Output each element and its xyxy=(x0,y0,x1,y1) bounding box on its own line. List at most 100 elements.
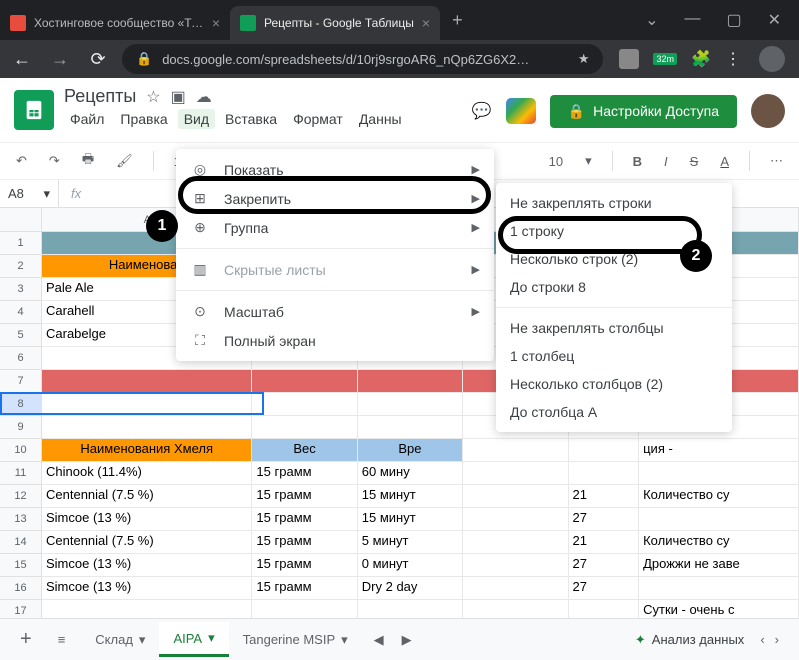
cell[interactable]: Simcoe (13 %) xyxy=(42,508,252,530)
select-all-corner[interactable] xyxy=(0,208,42,232)
freeze-1-col[interactable]: 1 столбец xyxy=(496,342,732,370)
paint-format-button[interactable]: 🖌 xyxy=(110,149,139,173)
analyze-data-button[interactable]: ✦ Анализ данных xyxy=(635,632,744,648)
chevron-down-icon[interactable]: ▾ xyxy=(579,149,598,173)
minimize-icon[interactable]: ― xyxy=(684,10,700,30)
bold-button[interactable]: B xyxy=(627,150,648,173)
menu-show[interactable]: ◎ Показать ▶ xyxy=(176,155,494,184)
cell[interactable]: 15 грамм xyxy=(252,508,357,530)
cell[interactable] xyxy=(463,485,568,507)
cell[interactable]: 21 xyxy=(569,531,640,553)
menu-view[interactable]: Вид xyxy=(178,109,215,129)
cell[interactable]: 15 минут xyxy=(358,485,463,507)
close-window-icon[interactable]: ✕ xyxy=(768,10,781,30)
row-header[interactable]: 14 xyxy=(0,531,41,554)
row-header[interactable]: 5 xyxy=(0,324,41,347)
cell[interactable] xyxy=(252,416,357,438)
chevron-down-icon[interactable]: ▾ xyxy=(139,632,146,648)
freeze-upto-col[interactable]: До столбца A xyxy=(496,398,732,426)
menu-format[interactable]: Формат xyxy=(287,109,349,129)
meet-button[interactable] xyxy=(506,98,536,124)
row-header[interactable]: 8 xyxy=(0,393,41,416)
menu-fullscreen[interactable]: ⛶ Полный экран xyxy=(176,326,494,355)
cell[interactable] xyxy=(569,462,640,484)
share-button[interactable]: 🔒 Настройки Доступа xyxy=(550,95,737,128)
freeze-no-rows[interactable]: Не закреплять строки xyxy=(496,189,732,217)
menu-icon[interactable]: ⋮ xyxy=(725,49,745,69)
pager-right[interactable]: › xyxy=(775,632,779,647)
menu-group[interactable]: ⊕ Группа ▶ xyxy=(176,213,494,242)
chevron-down-icon[interactable]: ▾ xyxy=(341,632,348,648)
cell[interactable] xyxy=(42,393,252,415)
cell[interactable]: Simcoe (13 %) xyxy=(42,577,252,599)
strike-button[interactable]: S xyxy=(684,150,705,173)
cell[interactable] xyxy=(42,370,252,392)
browser-tab[interactable]: Хостинговое сообщество «Time… × xyxy=(0,6,230,40)
cell[interactable]: ция - xyxy=(639,439,799,461)
cell[interactable]: Chinook (11.4%) xyxy=(42,462,252,484)
sheet-tab[interactable]: Склад▾ xyxy=(81,622,159,657)
menu-data[interactable]: Данны xyxy=(353,109,408,129)
row-header[interactable]: 10 xyxy=(0,439,41,462)
sheet-tab[interactable]: AIPA▾ xyxy=(159,622,228,657)
cell[interactable]: 27 xyxy=(569,577,640,599)
more-icon[interactable]: ⋯ xyxy=(764,149,789,173)
cell[interactable]: 27 xyxy=(569,508,640,530)
cell[interactable] xyxy=(463,531,568,553)
row-header[interactable]: 15 xyxy=(0,554,41,577)
cell[interactable]: 15 грамм xyxy=(252,462,357,484)
menu-edit[interactable]: Правка xyxy=(114,109,173,129)
freeze-n-cols[interactable]: Несколько столбцов (2) xyxy=(496,370,732,398)
cell[interactable]: Dry 2 day xyxy=(358,577,463,599)
cell[interactable] xyxy=(358,393,463,415)
cell[interactable]: 15 грамм xyxy=(252,577,357,599)
reload-button[interactable]: ⟳ xyxy=(84,49,112,70)
undo-button[interactable]: ↶ xyxy=(10,149,33,173)
tab-nav-right[interactable]: ▶ xyxy=(396,632,418,648)
row-header[interactable]: 1 xyxy=(0,232,41,255)
browser-tab[interactable]: Рецепты - Google Таблицы × xyxy=(230,6,440,40)
redo-button[interactable]: ↷ xyxy=(43,149,66,173)
chevron-down-icon[interactable]: ▾ xyxy=(208,630,215,646)
user-avatar[interactable] xyxy=(751,94,785,128)
row-header[interactable]: 9 xyxy=(0,416,41,439)
maximize-icon[interactable]: ▢ xyxy=(726,10,741,30)
doc-title[interactable]: Рецепты xyxy=(64,86,136,107)
cell[interactable]: Количество су xyxy=(639,485,799,507)
cell[interactable] xyxy=(463,462,568,484)
star-icon[interactable]: ☆ xyxy=(146,87,160,107)
row-header[interactable]: 2 xyxy=(0,255,41,278)
cell[interactable] xyxy=(639,577,799,599)
name-box[interactable]: A8 ▾ xyxy=(0,186,58,202)
sheet-tab[interactable]: Tangerine MSIP▾ xyxy=(229,622,362,657)
print-button[interactable]: 🖶 xyxy=(76,146,100,176)
cloud-icon[interactable]: ☁ xyxy=(196,87,212,107)
cell[interactable] xyxy=(358,370,463,392)
row-header[interactable]: 16 xyxy=(0,577,41,600)
menu-freeze[interactable]: ⊞ Закрепить ▶ xyxy=(176,184,494,213)
cell[interactable]: 15 грамм xyxy=(252,554,357,576)
row-header[interactable]: 4 xyxy=(0,301,41,324)
row-header[interactable]: 11 xyxy=(0,462,41,485)
url-field[interactable]: 🔒 docs.google.com/spreadsheets/d/10rj9sr… xyxy=(122,44,603,74)
caret-down-icon[interactable]: ⌄ xyxy=(645,10,658,30)
cell[interactable]: 27 xyxy=(569,554,640,576)
cell[interactable]: 60 мину xyxy=(358,462,463,484)
row-header[interactable]: 7 xyxy=(0,370,41,393)
ext-badge[interactable]: 32m xyxy=(653,53,677,65)
cell[interactable]: Centennial (7.5 %) xyxy=(42,531,252,553)
star-icon[interactable]: ★ xyxy=(578,51,590,67)
cell[interactable] xyxy=(639,508,799,530)
add-sheet-button[interactable]: + xyxy=(10,622,42,657)
back-button[interactable]: ← xyxy=(8,49,36,70)
cell[interactable]: Вре xyxy=(358,439,463,461)
font-size-select[interactable]: 10 xyxy=(543,150,569,173)
menu-file[interactable]: Файл xyxy=(64,109,110,129)
menu-zoom[interactable]: ⊙ Масштаб ▶ xyxy=(176,297,494,326)
new-tab-button[interactable]: + xyxy=(440,10,475,31)
cell[interactable]: Количество су xyxy=(639,531,799,553)
lastfm-ext-icon[interactable] xyxy=(619,49,639,69)
cell[interactable]: 5 минут xyxy=(358,531,463,553)
cell[interactable]: 15 минут xyxy=(358,508,463,530)
cell[interactable] xyxy=(463,508,568,530)
